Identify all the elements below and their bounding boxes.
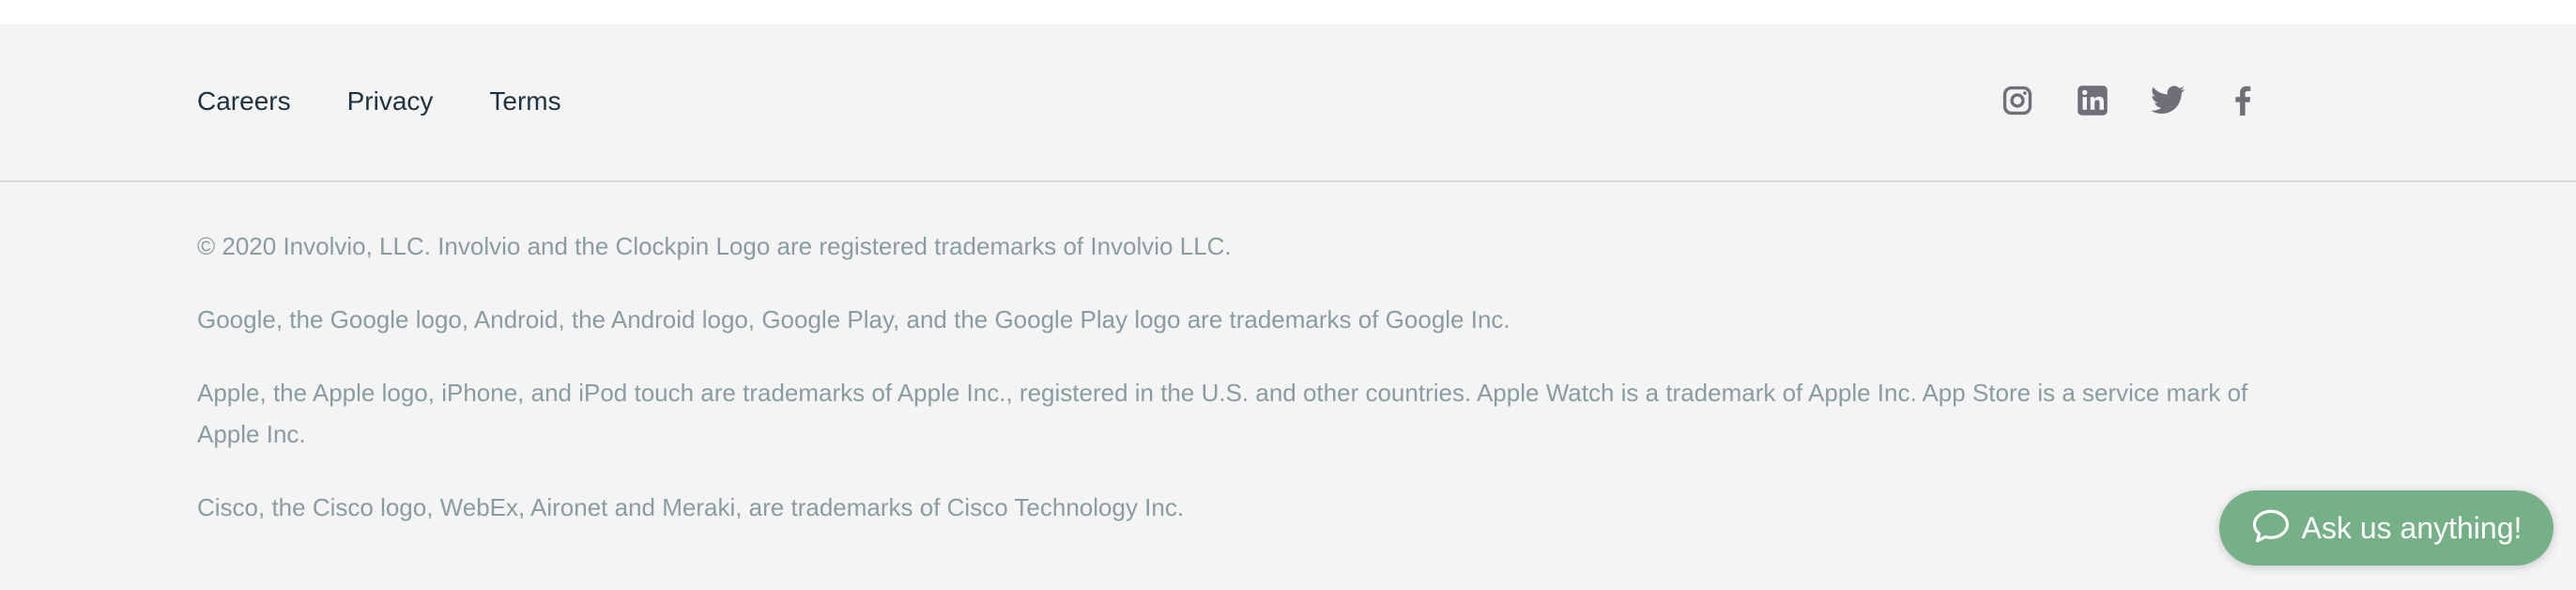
- page-top-strip: [0, 0, 2576, 24]
- linkedin-icon[interactable]: [2075, 83, 2110, 118]
- google-trademark-notice: Google, the Google logo, Android, the An…: [197, 305, 1510, 334]
- instagram-icon[interactable]: [2000, 83, 2035, 118]
- apple-trademark-notice: Apple, the Apple logo, iPhone, and iPod …: [197, 379, 2248, 448]
- facebook-icon[interactable]: [2225, 83, 2261, 118]
- terms-link[interactable]: Terms: [489, 86, 560, 116]
- chat-button-label: Ask us anything!: [2301, 510, 2522, 545]
- legal-notices: © 2020 Involvio, LLC. Involvio and the C…: [197, 225, 2281, 560]
- careers-link[interactable]: Careers: [197, 86, 291, 116]
- privacy-link[interactable]: Privacy: [347, 86, 434, 116]
- twitter-icon[interactable]: [2150, 83, 2185, 118]
- chat-bubble-icon: [2251, 507, 2291, 550]
- copyright-notice: © 2020 Involvio, LLC. Involvio and the C…: [197, 232, 1232, 260]
- footer-links: Careers Privacy Terms: [197, 86, 561, 116]
- cisco-trademark-notice: Cisco, the Cisco logo, WebEx, Aironet an…: [197, 493, 1185, 521]
- footer-nav-bar: Careers Privacy Terms: [0, 24, 2576, 182]
- social-links: [2000, 83, 2261, 118]
- ask-us-anything-button[interactable]: Ask us anything!: [2219, 490, 2553, 566]
